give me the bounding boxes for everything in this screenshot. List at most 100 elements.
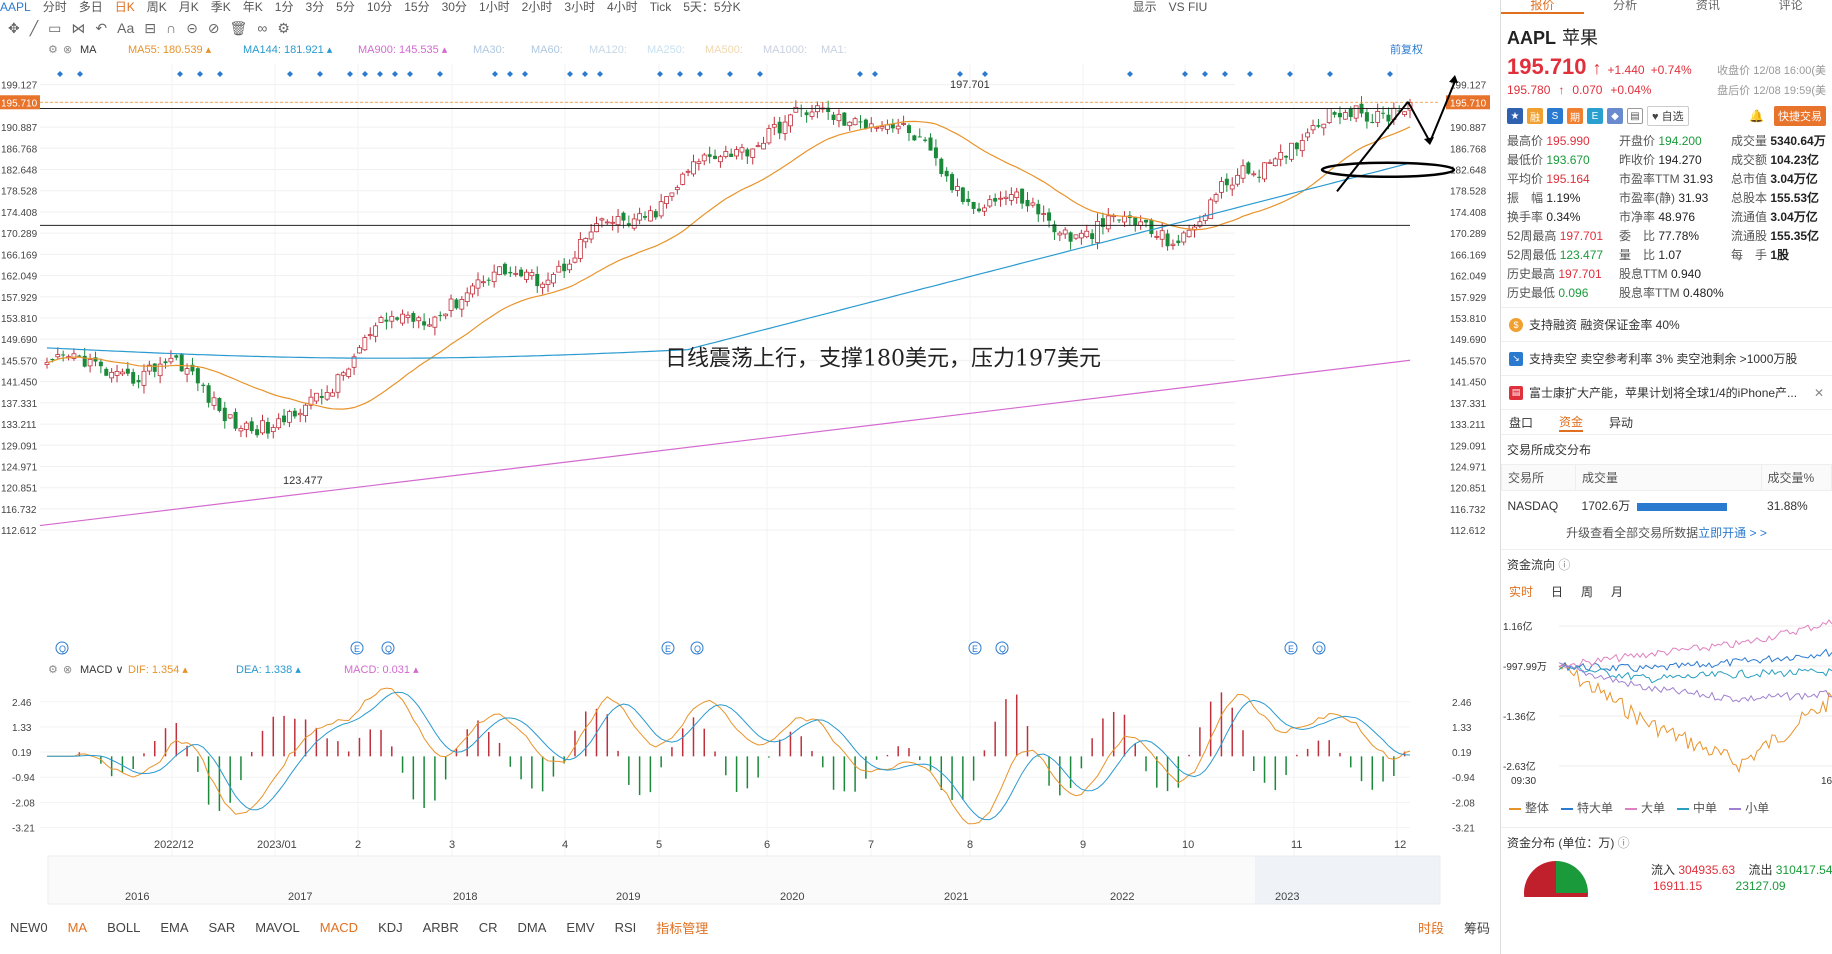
- short-notice[interactable]: ↘ 支持卖空 卖空参考利率 3% 卖空池剩余 >1000万股: [1501, 341, 1832, 375]
- quote-tab[interactable]: 报价: [1501, 0, 1584, 14]
- indicator-tab[interactable]: ARBR: [413, 920, 469, 935]
- detail-tab[interactable]: 异动: [1609, 414, 1633, 431]
- bell-icon[interactable]: 🔔: [1749, 109, 1764, 123]
- indicator-tab[interactable]: BOLL: [97, 920, 150, 935]
- doc-badge-icon[interactable]: ▤: [1627, 108, 1643, 124]
- display-menu[interactable]: 显示: [1133, 1, 1157, 13]
- period-tab[interactable]: 月K: [179, 1, 199, 13]
- candle-body: [782, 121, 788, 134]
- indicator-tab[interactable]: NEW0: [0, 920, 58, 935]
- period-tab[interactable]: Tick: [650, 1, 672, 13]
- quote-label: 成交额: [1731, 153, 1771, 167]
- period-tab[interactable]: 30分: [442, 1, 467, 13]
- period-tab[interactable]: 5天：5分K: [683, 1, 740, 13]
- magnet-tool-icon[interactable]: ∩: [166, 20, 176, 40]
- close-icon[interactable]: ✕: [1814, 386, 1824, 400]
- lock-tool-icon[interactable]: ⊝: [186, 20, 198, 40]
- margin-notice[interactable]: $ 支持融资 融资保证金率 40%: [1501, 307, 1832, 341]
- period-tab[interactable]: 年K: [243, 1, 263, 13]
- period-tab[interactable]: 2小时: [522, 1, 553, 13]
- info-icon[interactable]: ⓘ: [1558, 558, 1570, 572]
- candle-body: [384, 319, 389, 322]
- period-tab[interactable]: 周K: [147, 1, 167, 13]
- flow-tab[interactable]: 周: [1581, 583, 1593, 600]
- fib-tool-icon[interactable]: ⋈: [71, 20, 85, 40]
- period-tab[interactable]: 4小时: [607, 1, 638, 13]
- upgrade-link[interactable]: 立即开通 > >: [1698, 526, 1767, 540]
- etf-badge-icon[interactable]: E: [1587, 108, 1603, 124]
- indicator-tab[interactable]: EMV: [556, 920, 604, 935]
- period-tab[interactable]: 多日: [79, 1, 103, 13]
- candle-body: [739, 147, 745, 153]
- indicator-tab[interactable]: CR: [469, 920, 508, 935]
- quote-value: 1.19%: [1546, 191, 1581, 205]
- indicator-tab[interactable]: DMA: [508, 920, 557, 935]
- period-tab[interactable]: 3小时: [564, 1, 595, 13]
- low-label: 123.477: [283, 475, 323, 487]
- session-button[interactable]: 时段: [1408, 918, 1454, 937]
- detail-tab[interactable]: 盘口: [1509, 414, 1533, 431]
- flow-tab[interactable]: 日: [1551, 583, 1563, 600]
- candle-body: [1117, 219, 1122, 221]
- indicator-tab[interactable]: SAR: [198, 920, 245, 935]
- candle-body: [551, 274, 556, 284]
- settings-icon[interactable]: ⚙: [277, 20, 290, 40]
- link-icon[interactable]: ∞: [257, 20, 267, 40]
- period-tab[interactable]: 1小时: [479, 1, 510, 13]
- option-badge-icon[interactable]: 期: [1567, 108, 1583, 124]
- indicator-tab[interactable]: RSI: [605, 920, 647, 935]
- period-tab[interactable]: 分时: [43, 1, 67, 13]
- signal-dot: [582, 71, 588, 77]
- add-favorite-button[interactable]: ♥ 自选: [1647, 106, 1689, 126]
- eye-tool-icon[interactable]: ⊘: [208, 20, 220, 40]
- period-tab[interactable]: 5分: [336, 1, 355, 13]
- candle-body: [788, 114, 793, 127]
- indicator-tab[interactable]: MACD: [310, 920, 368, 935]
- flow-tab[interactable]: 实时: [1509, 583, 1533, 600]
- trash-icon[interactable]: 🗑: [230, 20, 248, 40]
- dist-info-icon[interactable]: ⓘ: [1618, 836, 1630, 850]
- event-marker-label: E: [354, 644, 360, 654]
- measure-tool-icon[interactable]: ⊟: [144, 20, 156, 40]
- news-notice[interactable]: ▤ 富士康扩大产能，苹果计划将全球1/4的iPhone产... ✕: [1501, 375, 1832, 409]
- quote-tab[interactable]: 资讯: [1667, 0, 1750, 14]
- kline-chart[interactable]: ⚙ ⊗ MA MA55: 180.539 ▴ MA144: 181.921 ▴ MA900…: [0, 44, 1500, 914]
- rect-tool-icon[interactable]: ▭: [48, 20, 61, 40]
- flow-tab[interactable]: 月: [1611, 583, 1623, 600]
- indicator-manager-button[interactable]: 指标管理: [646, 918, 718, 937]
- close-ma-icon[interactable]: ⊗: [63, 44, 72, 56]
- tag-badge-icon[interactable]: ◆: [1607, 108, 1623, 124]
- vs-compare[interactable]: VS FIU: [1169, 1, 1208, 13]
- text-tool-icon[interactable]: Aa: [117, 20, 134, 40]
- time-axis-label: 2: [355, 839, 361, 851]
- period-tab[interactable]: 3分: [305, 1, 324, 13]
- detail-tab[interactable]: 资金: [1559, 413, 1584, 432]
- arrow-tool-icon[interactable]: ↶: [95, 20, 107, 40]
- quick-trade-button[interactable]: 快捷交易: [1774, 106, 1826, 126]
- period-tab[interactable]: 1分: [275, 1, 294, 13]
- macd-settings-icon[interactable]: ⚙: [48, 664, 58, 676]
- candle-body: [923, 139, 928, 141]
- adjust-label[interactable]: 前复权: [1390, 44, 1423, 56]
- period-tab[interactable]: 15分: [404, 1, 429, 13]
- period-tab[interactable]: 10分: [367, 1, 392, 13]
- overview-navigator[interactable]: 2016 2017 2018 2019 2020 2021 2022 2023: [47, 855, 1441, 905]
- settings-icon[interactable]: ⚙: [48, 44, 58, 56]
- period-tab[interactable]: 日K: [115, 1, 135, 13]
- symbol-tab[interactable]: AAPL: [0, 1, 31, 13]
- indicator-tab[interactable]: EMA: [150, 920, 198, 935]
- crosshair-icon[interactable]: ✥: [8, 20, 20, 40]
- chips-button[interactable]: 筹码: [1454, 918, 1500, 937]
- quote-tab[interactable]: 评论: [1749, 0, 1832, 14]
- indicator-tab[interactable]: MA: [58, 920, 98, 935]
- indicator-tab[interactable]: MAVOL: [245, 920, 310, 935]
- line-tool-icon[interactable]: ╱: [30, 20, 38, 40]
- price-axis-label-right: 178.528: [1450, 187, 1487, 198]
- quote-tab[interactable]: 分析: [1584, 0, 1667, 14]
- margin-badge-icon[interactable]: 融: [1527, 108, 1543, 124]
- period-tab[interactable]: 季K: [211, 1, 231, 13]
- price-axis-label: 145.570: [1, 356, 38, 367]
- macd-close-icon[interactable]: ⊗: [63, 664, 72, 676]
- short-badge-icon[interactable]: S: [1547, 108, 1563, 124]
- indicator-tab[interactable]: KDJ: [368, 920, 413, 935]
